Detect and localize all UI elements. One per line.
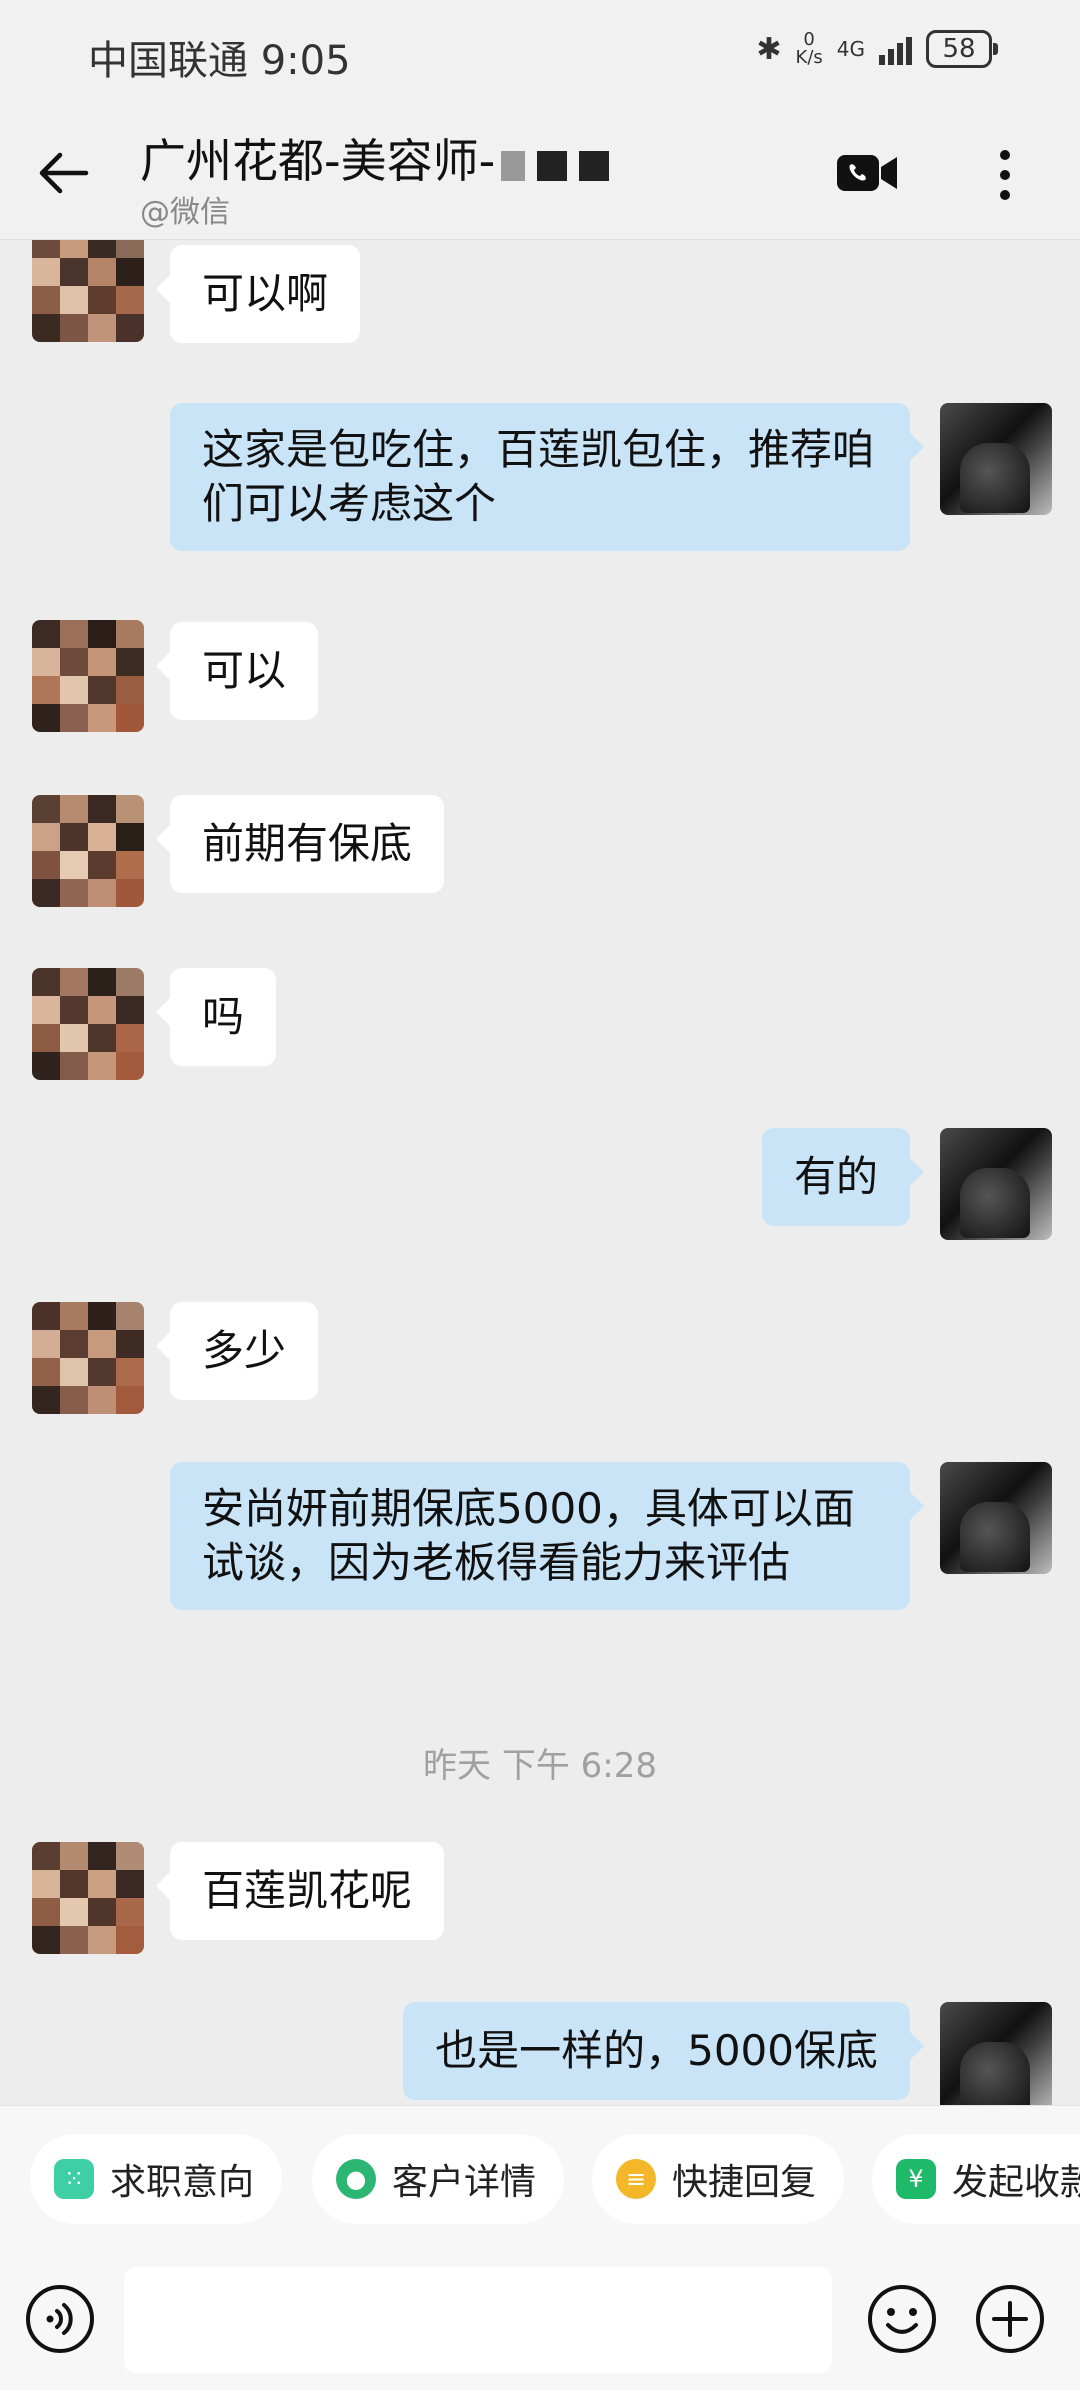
chat-header: 广州花都-美容师- @微信 (0, 105, 1080, 240)
my-avatar[interactable] (940, 1128, 1052, 1240)
contact-avatar[interactable] (32, 1302, 144, 1414)
signal-icon (879, 33, 912, 65)
customer-icon: ● (336, 2159, 376, 2199)
request-payment-button[interactable]: ¥ 发起收款 (872, 2134, 1080, 2224)
message-bubble-received[interactable]: 百莲凯花呢 (155, 1842, 445, 1940)
status-icons: ✱ 0 K/s 4G 58 (756, 30, 998, 68)
payment-icon: ¥ (896, 2159, 936, 2199)
input-bar (0, 2255, 1080, 2390)
my-avatar[interactable] (940, 2002, 1052, 2105)
plus-icon[interactable] (974, 2283, 1046, 2355)
voice-input-icon[interactable] (24, 2283, 96, 2355)
my-avatar[interactable] (940, 403, 1052, 515)
job-intent-icon: ⁙ (54, 2159, 94, 2199)
battery-icon: 58 (926, 30, 998, 68)
message-bubble-sent[interactable]: 也是一样的，5000保底 (403, 2002, 924, 2100)
network-type: 4G (836, 37, 865, 61)
message-timestamp: 昨天 下午 6:28 (423, 1746, 657, 1786)
netspeed-unit: K/s (795, 47, 823, 68)
clock: 9:05 (260, 38, 351, 84)
message-bubble-received[interactable]: 多少 (155, 1302, 319, 1400)
message-bubble-received[interactable]: 可以 (155, 622, 319, 720)
chat-messages[interactable]: 可以啊 这家是包吃住，百莲凯包住，推荐咱们可以考虑这个 可以 前期有保底 吗 有… (0, 240, 1080, 2105)
quick-reply-label: 快捷回复 (672, 2162, 817, 2203)
customer-details-button[interactable]: ● 客户详情 (312, 2134, 565, 2224)
job-intent-button[interactable]: ⁙ 求职意向 (30, 2134, 283, 2224)
network-speed: 0 K/s (796, 31, 823, 67)
message-bubble-received[interactable]: 吗 (155, 968, 277, 1066)
message-input[interactable] (124, 2267, 832, 2373)
message-bubble-sent[interactable]: 安尚妍前期保底5000，具体可以面试谈，因为老板得看能力来评估 (170, 1462, 924, 1610)
contact-avatar[interactable] (32, 1842, 144, 1954)
contact-avatar[interactable] (32, 968, 144, 1080)
my-avatar[interactable] (940, 1462, 1052, 1574)
message-bubble-received[interactable]: 可以啊 (155, 245, 361, 343)
quick-reply-icon: ≡ (616, 2159, 656, 2199)
status-bar: 中国联通 9:05 ✱ 0 K/s 4G 58 (0, 0, 1080, 105)
job-intent-label: 求职意向 (110, 2162, 255, 2203)
back-arrow-icon[interactable] (36, 145, 92, 201)
more-options-icon[interactable] (990, 145, 1020, 205)
message-bubble-sent[interactable]: 这家是包吃住，百莲凯包住，推荐咱们可以考虑这个 (170, 403, 924, 551)
contact-name: 广州花都-美容师- (140, 134, 496, 188)
customer-details-label: 客户详情 (392, 2162, 537, 2203)
message-bubble-sent[interactable]: 有的 (761, 1128, 925, 1226)
carrier-time: 中国联通 9:05 (88, 28, 351, 86)
quick-action-bar: ⁙ 求职意向 ● 客户详情 ≡ 快捷回复 ¥ 发起收款 (0, 2105, 1080, 2255)
contact-avatar[interactable] (32, 620, 144, 732)
quick-reply-button[interactable]: ≡ 快捷回复 (592, 2134, 845, 2224)
request-payment-label: 发起收款 (952, 2162, 1080, 2203)
contact-avatar[interactable] (32, 795, 144, 907)
message-bubble-received[interactable]: 前期有保底 (155, 795, 445, 893)
emoji-icon[interactable] (866, 2283, 938, 2355)
video-call-icon[interactable] (835, 151, 899, 195)
contact-source: @微信 (140, 195, 230, 230)
contact-avatar[interactable] (32, 240, 144, 342)
bluetooth-icon: ✱ (756, 31, 782, 67)
chat-title: 广州花都-美容师- (140, 125, 621, 192)
carrier-name: 中国联通 (88, 38, 248, 84)
redacted-mask (501, 138, 621, 192)
